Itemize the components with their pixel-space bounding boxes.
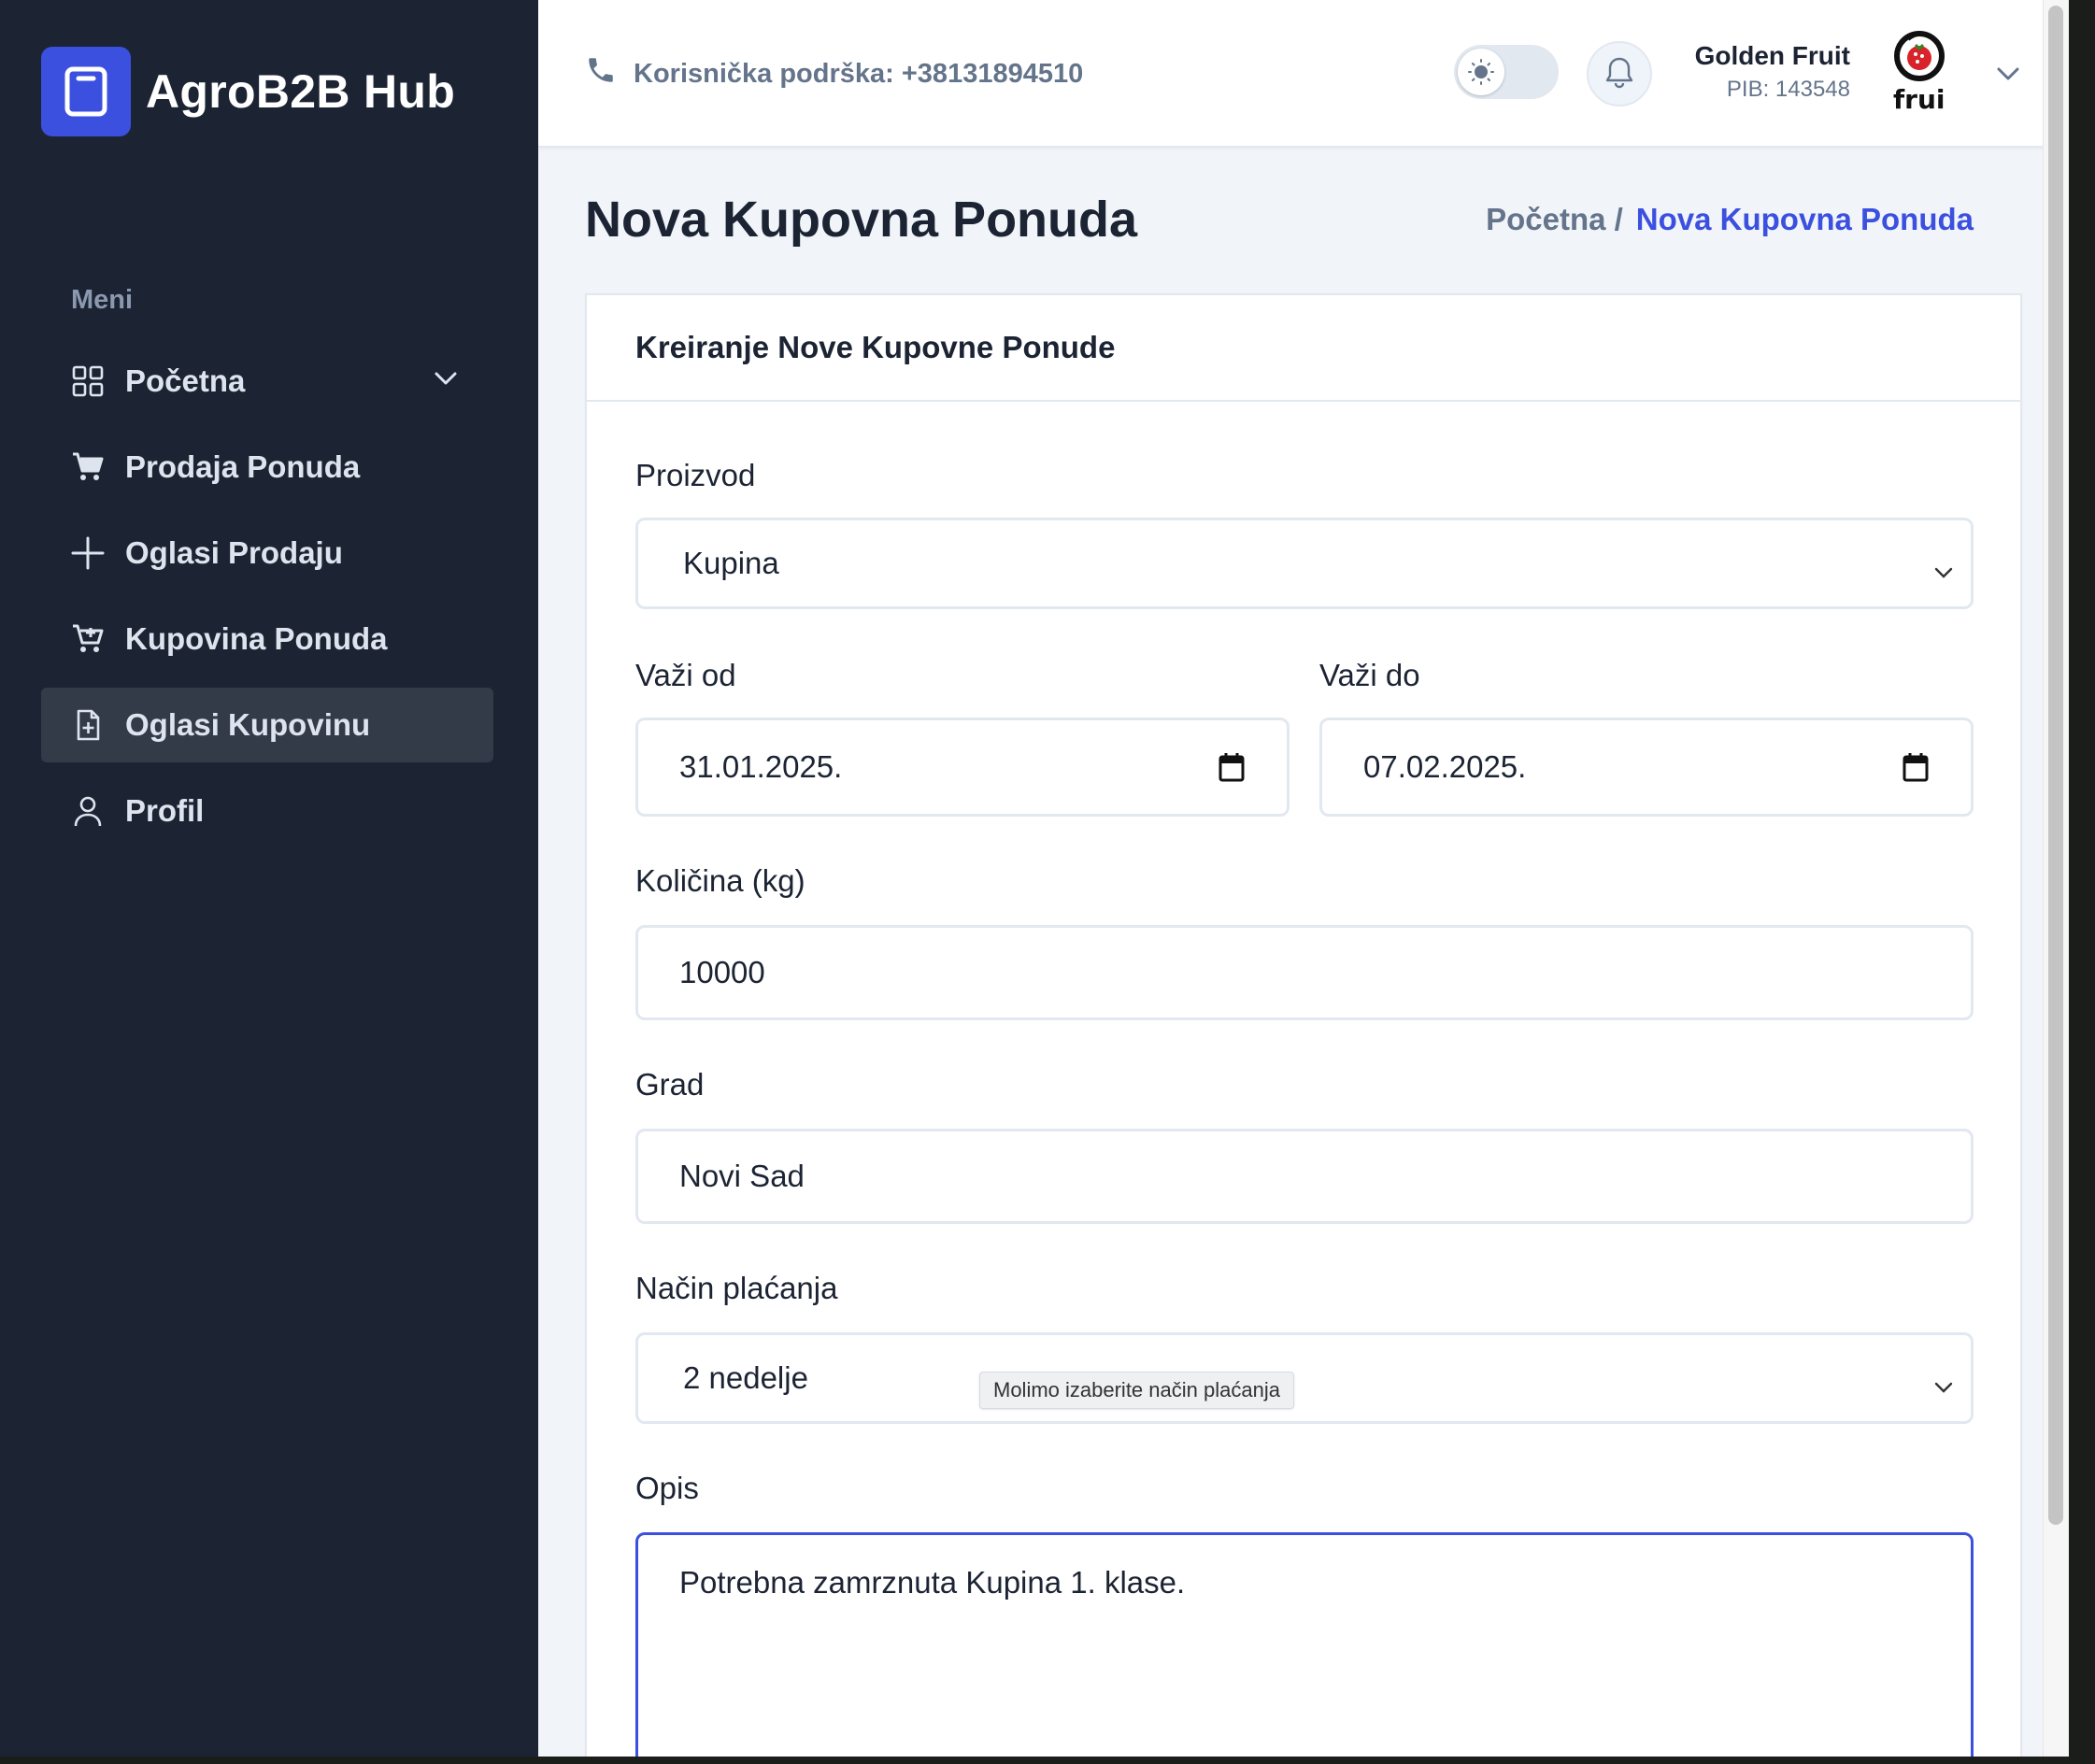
valid-to-label: Važi do — [1319, 658, 1420, 692]
chevron-down-icon — [1933, 554, 1954, 590]
main-content: Korisnička podrška: +38131894510 Golden … — [538, 0, 2069, 1757]
support-text: Korisnička podrška: +38131894510 — [634, 58, 1084, 89]
user-info[interactable]: Golden Fruit PIB: 143548 — [1695, 41, 1850, 103]
grid-icon — [71, 364, 105, 398]
user-name: Golden Fruit — [1694, 41, 1850, 70]
description-label: Opis — [635, 1471, 699, 1505]
sidebar-item-oglasi-kupovinu[interactable]: Oglasi Kupovinu — [41, 688, 493, 762]
product-label: Proizvod — [635, 458, 756, 492]
sidebar-item-profil[interactable]: Profil — [41, 774, 493, 848]
quantity-input[interactable]: 10000 — [635, 925, 1974, 1020]
payment-label: Način plaćanja — [635, 1271, 838, 1305]
description-value: Potrebna zamrznuta Kupina 1. klase. — [679, 1565, 1186, 1600]
theme-toggle[interactable] — [1454, 45, 1559, 99]
sidebar-menu: Početna Prodaja Ponuda Oglasi Prodaju Ku… — [41, 344, 493, 860]
sidebar-item-kupovina-ponuda[interactable]: Kupovina Ponuda — [41, 602, 493, 676]
topbar: Korisnička podrška: +38131894510 Golden … — [538, 0, 2069, 148]
form-title: Kreiranje Nove Kupovne Ponude — [587, 295, 2020, 402]
form-card: Kreiranje Nove Kupovne Ponude Proizvod K… — [585, 293, 2022, 1757]
sidebar-item-prodaja-ponuda[interactable]: Prodaja Ponuda — [41, 430, 493, 505]
sidebar-item-label: Početna — [125, 363, 246, 398]
calendar-icon[interactable] — [1218, 751, 1246, 790]
sidebar-item-label: Profil — [125, 793, 205, 828]
city-label: Grad — [635, 1067, 705, 1102]
breadcrumb-home[interactable]: Početna / — [1486, 202, 1623, 237]
scrollbar-thumb[interactable] — [2048, 6, 2063, 1525]
user-pib: PIB: 143548 — [1726, 77, 1850, 102]
plus-icon — [71, 536, 105, 570]
bell-icon — [1603, 55, 1635, 93]
city-input[interactable]: Novi Sad — [635, 1129, 1974, 1224]
brand-name: AgroB2B Hub — [146, 65, 456, 118]
sidebar-item-label: Kupovina Ponuda — [125, 621, 388, 656]
valid-from-value: 31.01.2025. — [679, 749, 843, 784]
cart-icon — [71, 450, 105, 484]
support-contact: Korisnička podrška: +38131894510 — [585, 54, 1083, 93]
city-value: Novi Sad — [679, 1159, 805, 1193]
sidebar: AgroB2B Hub Meni Početna Prodaja Ponuda … — [0, 0, 538, 1757]
sidebar-item-oglasi-prodaju[interactable]: Oglasi Prodaju — [41, 516, 493, 590]
user-icon — [71, 794, 105, 828]
menu-heading: Meni — [71, 285, 134, 315]
valid-from-label: Važi od — [635, 658, 736, 692]
payment-select[interactable]: 2 nedelje — [635, 1332, 1974, 1424]
cart-plus-icon — [71, 622, 105, 656]
avatar[interactable]: frui — [1888, 30, 1972, 114]
scrollbar[interactable] — [2043, 0, 2069, 1757]
notifications-button[interactable] — [1587, 41, 1652, 107]
avatar-text: frui — [1893, 84, 1945, 114]
product-value: Kupina — [683, 546, 779, 580]
breadcrumb: Početna / Nova Kupovna Ponuda — [1486, 202, 1974, 237]
payment-tooltip: Molimo izaberite način plaćanja — [979, 1372, 1294, 1409]
valid-from-date-input[interactable]: 31.01.2025. — [635, 718, 1290, 817]
quantity-label: Količina (kg) — [635, 863, 805, 898]
chevron-down-icon — [1933, 1369, 1954, 1404]
file-plus-icon — [71, 708, 105, 742]
quantity-value: 10000 — [679, 955, 765, 989]
sidebar-item-label: Prodaja Ponuda — [125, 449, 361, 484]
valid-to-value: 07.02.2025. — [1363, 749, 1527, 784]
sidebar-item-pocetna[interactable]: Početna — [41, 344, 493, 419]
sidebar-item-label: Oglasi Prodaju — [125, 535, 343, 570]
breadcrumb-current: Nova Kupovna Ponuda — [1635, 202, 1974, 236]
phone-icon — [585, 54, 617, 93]
chevron-down-icon — [432, 364, 460, 400]
page-title: Nova Kupovna Ponuda — [585, 192, 1138, 248]
tablet-icon — [41, 47, 131, 136]
product-select[interactable]: Kupina — [635, 518, 1974, 609]
chevron-down-icon[interactable] — [1994, 60, 2022, 92]
brand[interactable]: AgroB2B Hub — [41, 47, 455, 136]
sidebar-item-label: Oglasi Kupovinu — [125, 707, 371, 742]
valid-to-date-input[interactable]: 07.02.2025. — [1319, 718, 1974, 817]
description-textarea[interactable]: Potrebna zamrznuta Kupina 1. klase. — [635, 1532, 1974, 1757]
sun-icon — [1458, 49, 1504, 95]
calendar-icon[interactable] — [1902, 751, 1930, 790]
payment-value: 2 nedelje — [683, 1360, 808, 1395]
